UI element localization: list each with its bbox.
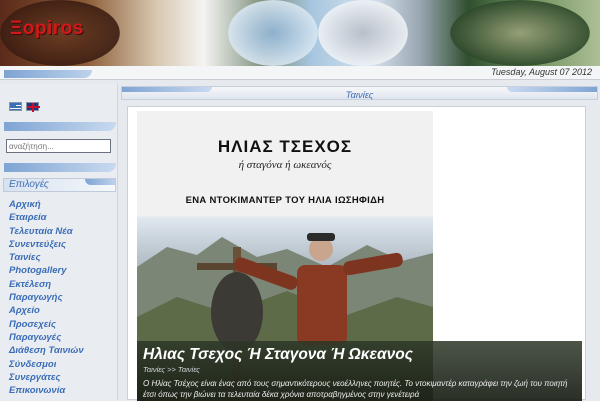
menu-item-home[interactable]: Αρχική — [9, 198, 115, 211]
menu-item-archive[interactable]: Αρχείο — [9, 304, 115, 317]
menu-box-divider — [4, 163, 116, 172]
date-bar-tab — [4, 70, 92, 78]
date-bar: Tuesday, August 07 2012 — [0, 66, 600, 80]
main-area: Ταινίες ΗΛΙΑΣ ΤΣΕΧΟΣ ή σταγόνα ή ωκεανός… — [121, 84, 600, 401]
sidebar: Επιλογές Αρχική Εταιρεία Τελευταία Νέα Σ… — [0, 84, 118, 400]
menu-item-partners[interactable]: Συνεργάτες — [9, 371, 115, 384]
menu-item-films[interactable]: Ταινίες — [9, 251, 115, 264]
poster-scarecrow-coat — [211, 272, 263, 352]
poster-man-cap — [307, 233, 335, 241]
film-caption: Ηλιας Τσεχος Ή Σταγονα Ή Ωκεανος Ταινίες… — [137, 341, 582, 401]
menu-item-interviews[interactable]: Συνεντεύξεις — [9, 238, 115, 251]
breadcrumb[interactable]: Ταινίες >> Ταινίες — [143, 365, 200, 374]
english-flag-icon[interactable] — [26, 102, 40, 112]
current-date: Tuesday, August 07 2012 — [491, 67, 592, 77]
menu-item-links[interactable]: Σύνδεσμοι — [9, 358, 115, 371]
poster-subtitle: ή σταγόνα ή ωκεανός — [238, 159, 332, 171]
search-box-header — [4, 122, 116, 131]
film-title-link[interactable]: Ηλιας Τσεχος Ή Σταγονα Ή Ωκεανος — [143, 346, 413, 364]
menu-item-production[interactable]: Παραγωγής — [9, 291, 115, 304]
header-banner: Ξopiros — [0, 0, 600, 66]
menu-item-productions[interactable]: Παραγωγές — [9, 331, 115, 344]
menu-item-upcoming[interactable]: Προσεχείς — [9, 318, 115, 331]
banner-photo-boats — [228, 0, 318, 66]
site-logo[interactable]: Ξopiros — [10, 18, 84, 40]
menu-item-company[interactable]: Εταιρεία — [9, 211, 115, 224]
menu-item-film-distribution[interactable]: Διάθεση Ταινιών — [9, 344, 115, 357]
menu-item-execution[interactable]: Εκτέλεση — [9, 278, 115, 291]
menu-header-cap — [85, 179, 115, 185]
main-menu: Αρχική Εταιρεία Τελευταία Νέα Συνεντεύξε… — [9, 198, 115, 397]
menu-header: Επιλογές — [3, 178, 116, 192]
section-title: Ταινίες — [345, 90, 374, 101]
language-selector — [9, 102, 40, 112]
greek-flag-icon[interactable] — [9, 102, 22, 111]
film-description: Ο Ηλίας Τσέχος είναι ένας από τους σημαν… — [143, 379, 568, 399]
menu-item-contact[interactable]: Επικοινωνία — [9, 384, 115, 397]
poster-man-coat — [297, 265, 347, 345]
poster-credit: ΕΝΑ ΝΤΟΚΙΜΑΝΤΕΡ ΤΟΥ ΗΛΙΑ ΙΩΣΗΦΙΔΗ — [185, 195, 385, 206]
menu-item-photogallery[interactable]: Photogallery — [9, 264, 115, 277]
menu-item-latest-news[interactable]: Τελευταία Νέα — [9, 225, 115, 238]
search-input[interactable] — [6, 139, 111, 153]
banner-photo-lake — [318, 0, 408, 66]
content-panel: ΗΛΙΑΣ ΤΣΕΧΟΣ ή σταγόνα ή ωκεανός ΕΝΑ ΝΤΟ… — [127, 106, 586, 401]
menu-title: Επιλογές — [9, 179, 49, 190]
poster-title: ΗΛΙΑΣ ΤΣΕΧΟΣ — [217, 137, 353, 156]
banner-photo-ruins — [450, 0, 590, 66]
section-header: Ταινίες — [121, 86, 598, 101]
